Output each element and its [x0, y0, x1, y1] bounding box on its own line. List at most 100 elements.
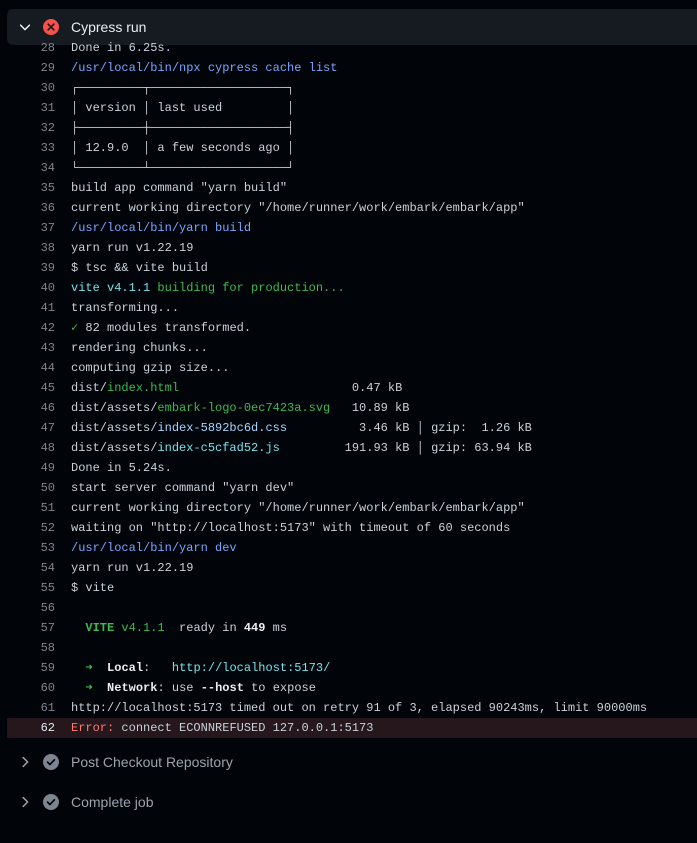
line-number[interactable]: 54	[7, 558, 55, 578]
line-text: http://localhost:5173 timed out on retry…	[71, 698, 647, 718]
log-line: 31 │ version │ last used │	[7, 98, 697, 118]
line-number[interactable]: 55	[7, 578, 55, 598]
line-segment: :	[143, 661, 172, 675]
line-number[interactable]: 34	[7, 158, 55, 178]
line-text: Error: connect ECONNREFUSED 127.0.0.1:51…	[71, 718, 373, 738]
line-segment: dist/assets/	[71, 421, 158, 435]
error-x-circle-icon	[43, 19, 59, 35]
line-segment: rendering chunks...	[71, 341, 208, 355]
log-line: 50 start server command "yarn dev"	[7, 478, 697, 498]
line-segment: computing gzip size...	[71, 361, 230, 375]
line-number[interactable]: 32	[7, 118, 55, 138]
line-text: ┌─────────┬───────────────────┐	[71, 78, 294, 98]
line-number[interactable]: 39	[7, 258, 55, 278]
line-segment: yarn run v1.22.19	[71, 561, 194, 575]
line-text: dist/assets/index-c5cfad52.js 191.93 kB …	[71, 438, 532, 458]
chevron-right-icon	[22, 796, 29, 808]
log-line: 56	[7, 598, 697, 618]
line-segment: 191.93 kB │ gzip: 63.94 kB	[279, 441, 532, 455]
log-line: 41 transforming...	[7, 298, 697, 318]
line-segment	[93, 681, 107, 695]
line-number[interactable]: 31	[7, 98, 55, 118]
check-circle-icon	[43, 794, 59, 810]
log-line: 38 yarn run v1.22.19	[7, 238, 697, 258]
line-number[interactable]: 62	[7, 718, 55, 738]
line-number[interactable]: 28	[7, 38, 55, 58]
line-number[interactable]: 40	[7, 278, 55, 298]
line-text: ✓ 82 modules transformed.	[71, 318, 251, 338]
step-title: Complete job	[71, 794, 154, 810]
line-number[interactable]: 53	[7, 538, 55, 558]
line-segment: └─────────┴───────────────────┘	[71, 161, 295, 175]
step-title: Post Checkout Repository	[71, 754, 233, 770]
line-text: transforming...	[71, 298, 179, 318]
line-number[interactable]: 48	[7, 438, 55, 458]
line-number[interactable]: 46	[7, 398, 55, 418]
line-text: Done in 5.24s.	[71, 458, 172, 478]
log-line: 44 computing gzip size...	[7, 358, 697, 378]
line-segment: to expose	[243, 681, 316, 695]
line-text: ➜ Local: http://localhost:5173/	[71, 658, 330, 678]
line-number[interactable]: 57	[7, 618, 55, 638]
log-line: 36 current working directory "/home/runne…	[7, 198, 697, 218]
line-number[interactable]: 36	[7, 198, 55, 218]
line-segment: connect ECONNREFUSED 127.0.0.1:5173	[114, 721, 374, 735]
line-number[interactable]: 35	[7, 178, 55, 198]
line-segment: current working directory "/home/runner/…	[71, 201, 525, 215]
line-segment: embark-logo-0ec7423a.svg	[157, 401, 331, 415]
line-number[interactable]: 59	[7, 658, 55, 678]
line-segment: building for production...	[150, 281, 345, 295]
line-text: Done in 6.25s.	[71, 38, 172, 58]
line-number[interactable]: 29	[7, 58, 55, 78]
log-line: 59 ➜ Local: http://localhost:5173/	[7, 658, 697, 678]
line-number[interactable]: 49	[7, 458, 55, 478]
check-circle-icon	[43, 754, 59, 770]
line-segment: $ tsc && vite build	[71, 261, 208, 275]
line-number[interactable]: 60	[7, 678, 55, 698]
line-segment	[71, 621, 85, 635]
line-text: └─────────┴───────────────────┘	[71, 158, 294, 178]
line-text: rendering chunks...	[71, 338, 208, 358]
line-number[interactable]: 52	[7, 518, 55, 538]
line-segment	[93, 661, 107, 675]
line-segment: 82 modules transformed.	[78, 321, 252, 335]
line-number[interactable]: 42	[7, 318, 55, 338]
line-number[interactable]: 47	[7, 418, 55, 438]
line-text: start server command "yarn dev"	[71, 478, 294, 498]
log-line: 52 waiting on "http://localhost:5173" wit…	[7, 518, 697, 538]
line-number[interactable]: 38	[7, 238, 55, 258]
line-number[interactable]: 44	[7, 358, 55, 378]
step-item[interactable]: Post Checkout Repository	[7, 744, 697, 780]
line-text: computing gzip size...	[71, 358, 229, 378]
line-text: /usr/local/bin/yarn dev	[71, 538, 237, 558]
line-number[interactable]: 43	[7, 338, 55, 358]
line-number[interactable]: 41	[7, 298, 55, 318]
line-segment: ➜	[71, 681, 93, 695]
log-line: 46 dist/assets/embark-logo-0ec7423a.svg 1…	[7, 398, 697, 418]
log-line: 48 dist/assets/index-c5cfad52.js 191.93 k…	[7, 438, 697, 458]
line-number[interactable]: 30	[7, 78, 55, 98]
line-text: ├─────────┼───────────────────┤	[71, 118, 294, 138]
line-number[interactable]: 58	[7, 638, 55, 658]
line-number[interactable]: 45	[7, 378, 55, 398]
line-number[interactable]: 33	[7, 138, 55, 158]
line-segment: v4.1.1	[114, 621, 165, 635]
line-segment: /	[323, 661, 331, 675]
log-line: 32 ├─────────┼───────────────────┤	[7, 118, 697, 138]
line-segment: ├─────────┼───────────────────┤	[71, 121, 295, 135]
line-number[interactable]: 50	[7, 478, 55, 498]
step-item[interactable]: Complete job	[7, 784, 697, 820]
line-segment: 3.46 kB │ gzip: 1.26 kB	[287, 421, 532, 435]
line-segment: http://localhost:	[171, 661, 295, 675]
line-segment: Error:	[71, 721, 115, 735]
line-number[interactable]: 61	[7, 698, 55, 718]
line-segment: Done in 6.25s.	[71, 41, 172, 55]
line-text: ➜ Network: use --host to expose	[71, 678, 316, 698]
log-line: 43 rendering chunks...	[7, 338, 697, 358]
line-text: /usr/local/bin/yarn build	[71, 218, 251, 238]
line-number[interactable]: 56	[7, 598, 55, 618]
line-number[interactable]: 37	[7, 218, 55, 238]
log-line: 29/usr/local/bin/npx cypress cache list	[7, 58, 697, 78]
line-number[interactable]: 51	[7, 498, 55, 518]
log-line: 61 http://localhost:5173 timed out on ret…	[7, 698, 697, 718]
